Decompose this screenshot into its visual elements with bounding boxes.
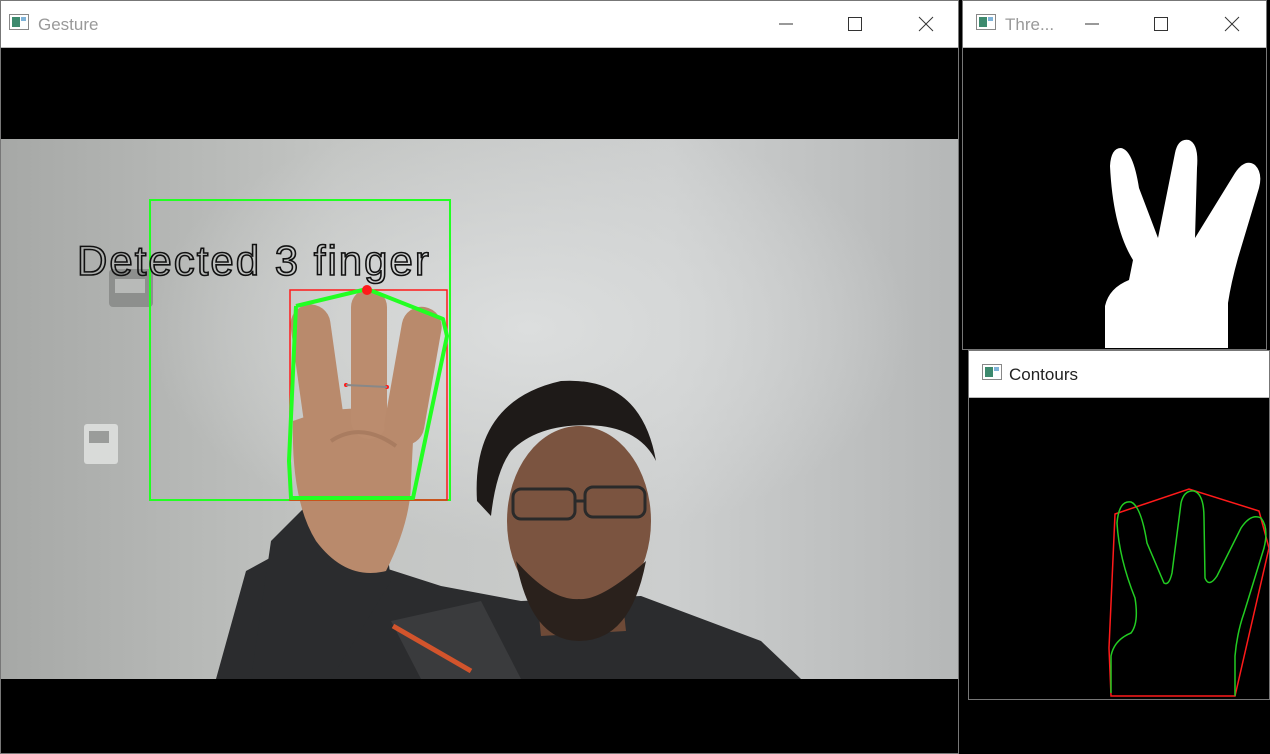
app-icon	[982, 364, 1002, 380]
window-title: Gesture	[38, 15, 99, 34]
camera-feed-area: Detected 3 finger	[1, 48, 958, 753]
detected-finger-text: Detected 3 finger	[77, 237, 431, 284]
threshold-window[interactable]: Thre...	[962, 0, 1267, 350]
hand-silhouette	[1105, 139, 1261, 348]
close-icon[interactable]	[903, 1, 949, 47]
app-icon	[976, 14, 996, 30]
threshold-mask	[1105, 139, 1261, 348]
gesture-titlebar[interactable]: Gesture	[1, 1, 958, 48]
window-title: Contours	[1009, 365, 1078, 384]
camera-frame: Detected 3 finger	[1, 48, 958, 753]
contours-image	[969, 398, 1269, 699]
maximize-icon[interactable]	[1138, 1, 1184, 47]
fingertip-marker	[362, 285, 372, 295]
contours-titlebar[interactable]: Contours	[969, 351, 1269, 398]
maximize-icon[interactable]	[832, 1, 878, 47]
app-icon	[9, 14, 29, 30]
window-title: Thre...	[1005, 15, 1055, 34]
hand-finger-2	[351, 289, 387, 439]
contours-canvas	[1108, 488, 1269, 697]
gesture-window[interactable]: Gesture Detected 3 finger	[0, 0, 959, 754]
close-icon[interactable]	[1209, 1, 1255, 47]
threshold-image	[963, 48, 1266, 349]
minimize-icon[interactable]	[1069, 1, 1115, 47]
threshold-titlebar[interactable]: Thre...	[963, 1, 1266, 48]
contours-window[interactable]: Contours	[968, 350, 1270, 700]
minimize-icon[interactable]	[763, 1, 809, 47]
wall-switch-bottom	[84, 424, 118, 464]
